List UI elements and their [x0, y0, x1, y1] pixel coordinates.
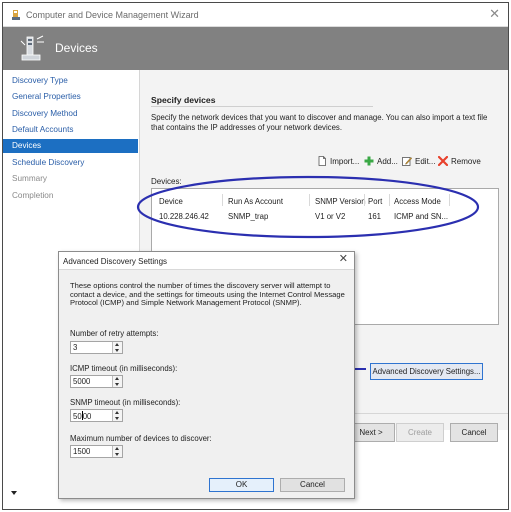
device-toolbar: Import... Add... Edit... Remove: [140, 155, 508, 168]
import-label: Import...: [330, 157, 360, 166]
spin-arrows[interactable]: [112, 342, 122, 353]
page-header: Devices: [3, 27, 508, 70]
max-devices-label: Maximum number of devices to discover:: [70, 434, 212, 443]
add-icon: [364, 156, 374, 166]
nav-item-general-properties[interactable]: General Properties: [3, 90, 138, 104]
advanced-discovery-settings-dialog: Advanced Discovery Settings ✕ These opti…: [58, 251, 355, 499]
spin-arrows[interactable]: [112, 446, 122, 457]
advanced-discovery-settings-button[interactable]: Advanced Discovery Settings...: [370, 363, 483, 380]
snmp-timeout-value-tail: 00: [82, 412, 92, 421]
spin-down-icon[interactable]: [115, 453, 119, 456]
section-description: Specify the network devices that you wan…: [151, 113, 488, 132]
page-title: Devices: [55, 41, 98, 55]
nav-item-schedule-discovery[interactable]: Schedule Discovery: [3, 156, 138, 170]
icmp-timeout-stepper[interactable]: 5000: [70, 375, 123, 388]
max-devices-stepper[interactable]: 1500: [70, 445, 123, 458]
edit-label: Edit...: [415, 157, 436, 166]
table-cell-snmp-version[interactable]: V1 or V2: [315, 212, 345, 221]
window-title: Computer and Device Management Wizard: [26, 10, 199, 20]
icmp-timeout-label: ICMP timeout (in milliseconds):: [70, 364, 178, 373]
retry-attempts-stepper[interactable]: 3: [70, 341, 123, 354]
remove-icon: [438, 155, 448, 166]
dialog-cancel-button[interactable]: Cancel: [280, 478, 345, 492]
table-cell-device[interactable]: 10.228.246.42: [159, 212, 209, 221]
spin-arrows[interactable]: [112, 410, 122, 421]
spin-down-icon[interactable]: [115, 417, 119, 420]
column-separator: [364, 194, 365, 206]
column-header-access-mode[interactable]: Access Mode: [394, 197, 441, 206]
close-icon[interactable]: ✕: [489, 7, 500, 20]
nav-item-discovery-method[interactable]: Discovery Method: [3, 107, 138, 121]
dialog-close-icon[interactable]: ✕: [339, 254, 348, 265]
table-cell-port[interactable]: 161: [368, 212, 381, 221]
import-button[interactable]: Import...: [317, 155, 360, 168]
column-header-snmp-version[interactable]: SNMP Version: [315, 197, 366, 206]
section-title: Specify devices: [151, 95, 216, 105]
dialog-title-bar: Advanced Discovery Settings ✕: [59, 252, 354, 270]
server-wizard-icon: [12, 10, 20, 20]
dropdown-caret-icon[interactable]: [11, 491, 17, 495]
spin-down-icon[interactable]: [115, 349, 119, 352]
nav-item-devices[interactable]: Devices: [3, 139, 138, 153]
spin-arrows[interactable]: [112, 376, 122, 387]
column-separator: [309, 194, 310, 206]
devices-icon: [20, 35, 44, 61]
retry-attempts-label: Number of retry attempts:: [70, 329, 159, 338]
remove-label: Remove: [451, 157, 481, 166]
spin-up-icon[interactable]: [115, 377, 119, 380]
section-divider: [151, 106, 373, 107]
column-separator: [449, 194, 450, 206]
column-header-port[interactable]: Port: [368, 197, 382, 206]
retry-attempts-value[interactable]: 3: [73, 343, 77, 352]
add-label: Add...: [377, 157, 398, 166]
column-header-device[interactable]: Device: [159, 197, 183, 206]
devices-label: Devices:: [151, 177, 182, 186]
remove-button[interactable]: Remove: [438, 155, 481, 168]
max-devices-value[interactable]: 1500: [73, 447, 90, 456]
create-button: Create: [396, 423, 444, 442]
spin-up-icon[interactable]: [115, 447, 119, 450]
document-icon: [318, 155, 326, 166]
cancel-button[interactable]: Cancel: [450, 423, 498, 442]
edit-button[interactable]: Edit...: [402, 156, 435, 168]
title-bar: Computer and Device Management Wizard ✕: [3, 3, 508, 27]
add-button[interactable]: Add...: [364, 156, 398, 168]
icmp-timeout-value[interactable]: 5000: [73, 377, 90, 386]
table-cell-access-mode[interactable]: ICMP and SN...: [394, 212, 448, 221]
column-separator: [389, 194, 390, 206]
edit-icon: [402, 156, 412, 166]
column-separator: [222, 194, 223, 206]
dialog-title: Advanced Discovery Settings: [63, 257, 168, 266]
snmp-timeout-stepper[interactable]: 5000: [70, 409, 123, 422]
column-header-run-as-account[interactable]: Run As Account: [228, 197, 283, 206]
ok-button[interactable]: OK: [209, 478, 274, 492]
spin-down-icon[interactable]: [115, 383, 119, 386]
table-cell-run-as-account[interactable]: SNMP_trap: [228, 212, 268, 221]
spin-up-icon[interactable]: [115, 411, 119, 414]
spin-up-icon[interactable]: [115, 343, 119, 346]
nav-item-completion: Completion: [12, 191, 54, 200]
snmp-timeout-label: SNMP timeout (in milliseconds):: [70, 398, 181, 407]
snmp-timeout-value[interactable]: 5000: [73, 411, 91, 421]
snmp-timeout-value-head: 50: [73, 412, 82, 421]
nav-item-summary: Summary: [12, 174, 48, 183]
nav-item-discovery-type[interactable]: Discovery Type: [3, 74, 138, 88]
nav-item-default-accounts[interactable]: Default Accounts: [3, 123, 138, 137]
dialog-description: These options control the number of time…: [70, 281, 345, 308]
